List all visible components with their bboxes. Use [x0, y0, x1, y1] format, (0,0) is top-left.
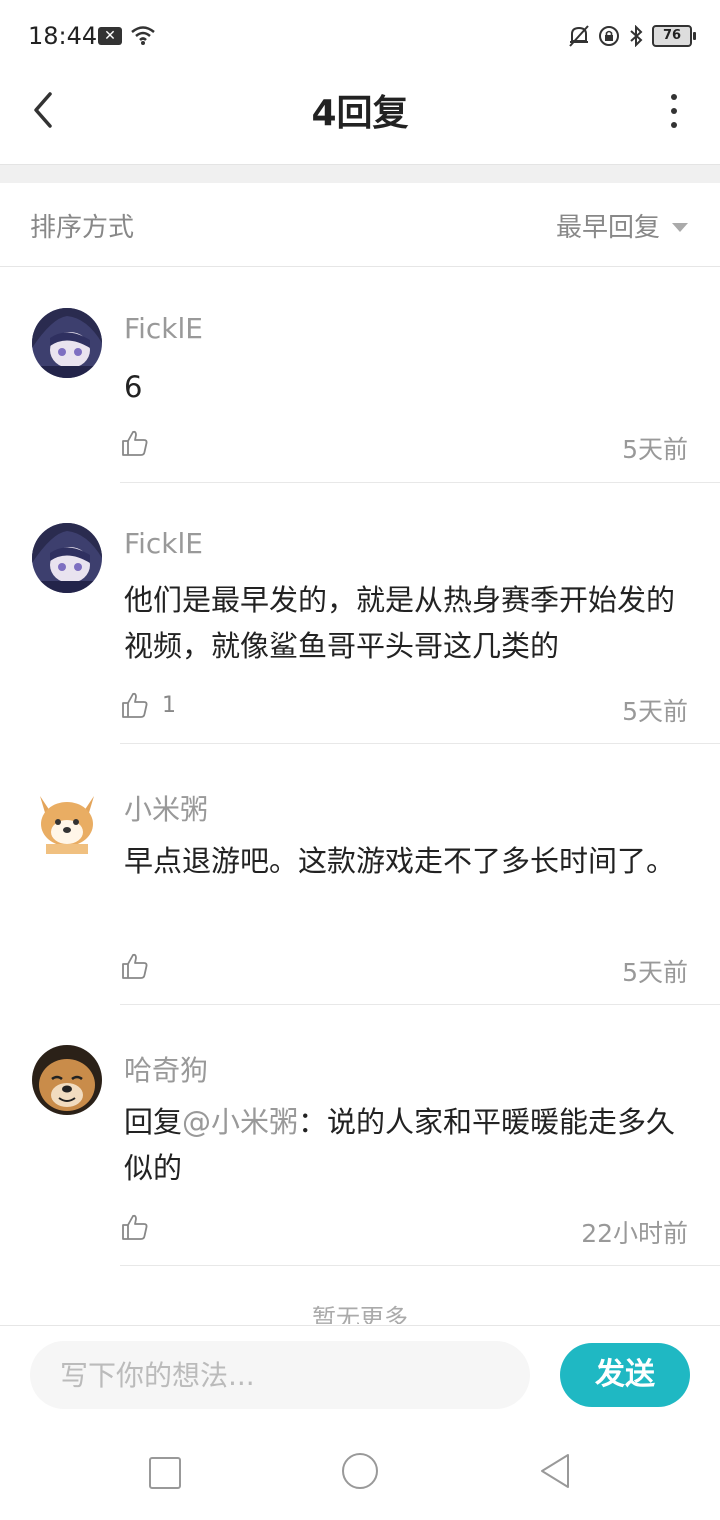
recent-apps-button[interactable]	[149, 1457, 181, 1489]
more-options-button[interactable]	[668, 94, 680, 128]
comment-item: FicklE 6 5天前	[0, 268, 720, 483]
header-divider	[0, 164, 720, 183]
thumbs-up-icon	[122, 1214, 148, 1240]
comment-time: 5天前	[622, 435, 688, 464]
reply-input[interactable]	[30, 1341, 530, 1409]
comment-item: 小米粥 早点退游吧。这款游戏走不了多长时间了。 5天前	[0, 744, 720, 1005]
caret-down-icon	[672, 223, 688, 232]
reply-prefix: 回复	[124, 1105, 183, 1139]
comment-text: 他们是最早发的，就是从热身赛季开始发的视频，就像鲨鱼哥平头哥这几类的	[124, 583, 676, 663]
mute-bell-icon	[569, 25, 589, 47]
no-more-text: 暂无更多	[312, 1304, 408, 1324]
dot-icon	[671, 94, 677, 100]
sort-dropdown[interactable]: 最早回复	[556, 207, 688, 244]
notification-x-icon: ✕	[98, 27, 122, 45]
like-button[interactable]	[120, 951, 150, 981]
comment-text: 早点退游吧。这款游戏走不了多长时间了。	[124, 844, 676, 878]
home-button[interactable]	[342, 1453, 378, 1489]
mention-link[interactable]: @小米粥	[182, 1105, 298, 1139]
avatar[interactable]	[32, 786, 102, 856]
comment-item: 哈奇狗 回复@小米粥：说的人家和平暖暖能走多久似的 22小时前	[0, 1005, 720, 1266]
like-button[interactable]	[120, 428, 150, 458]
avatar[interactable]	[32, 523, 102, 593]
sort-value: 最早回复	[555, 213, 660, 243]
lock-rotation-icon	[599, 26, 619, 46]
comment-author[interactable]: FicklE	[124, 527, 203, 560]
comment-item: FicklE 他们是最早发的，就是从热身赛季开始发的视频，就像鲨鱼哥平头哥这几类…	[0, 483, 720, 744]
comment-author[interactable]: FicklE	[124, 312, 203, 345]
avatar[interactable]	[32, 1045, 102, 1115]
bluetooth-icon	[630, 25, 643, 47]
dot-icon	[671, 122, 677, 128]
dot-icon	[671, 108, 677, 114]
page-title: 4回复	[311, 93, 409, 134]
comment-time: 5天前	[622, 697, 688, 726]
comment-time: 5天前	[622, 958, 688, 987]
comment-author[interactable]: 小米粥	[124, 788, 208, 828]
like-count: 1	[162, 692, 176, 718]
thumbs-up-icon	[122, 430, 148, 456]
avatar[interactable]	[32, 308, 102, 378]
divider	[0, 266, 720, 267]
thumbs-up-icon	[122, 692, 148, 718]
comment-text: 回复@小米粥：说的人家和平暖暖能走多久似的	[124, 1099, 690, 1191]
divider	[120, 1265, 720, 1266]
sort-label: 排序方式	[30, 213, 135, 243]
comment-time: 22小时前	[581, 1219, 688, 1248]
comment-text: 6	[124, 370, 143, 404]
like-button[interactable]: 1	[120, 690, 176, 720]
status-time: 18:44	[28, 22, 98, 50]
comment-author[interactable]: 哈奇狗	[124, 1049, 208, 1089]
nav-back-button[interactable]	[538, 1452, 572, 1490]
send-button[interactable]: 发送	[560, 1343, 690, 1407]
thumbs-up-icon	[122, 953, 148, 979]
like-button[interactable]	[120, 1212, 150, 1242]
wifi-icon	[131, 26, 155, 45]
battery-icon: 76	[652, 25, 696, 47]
